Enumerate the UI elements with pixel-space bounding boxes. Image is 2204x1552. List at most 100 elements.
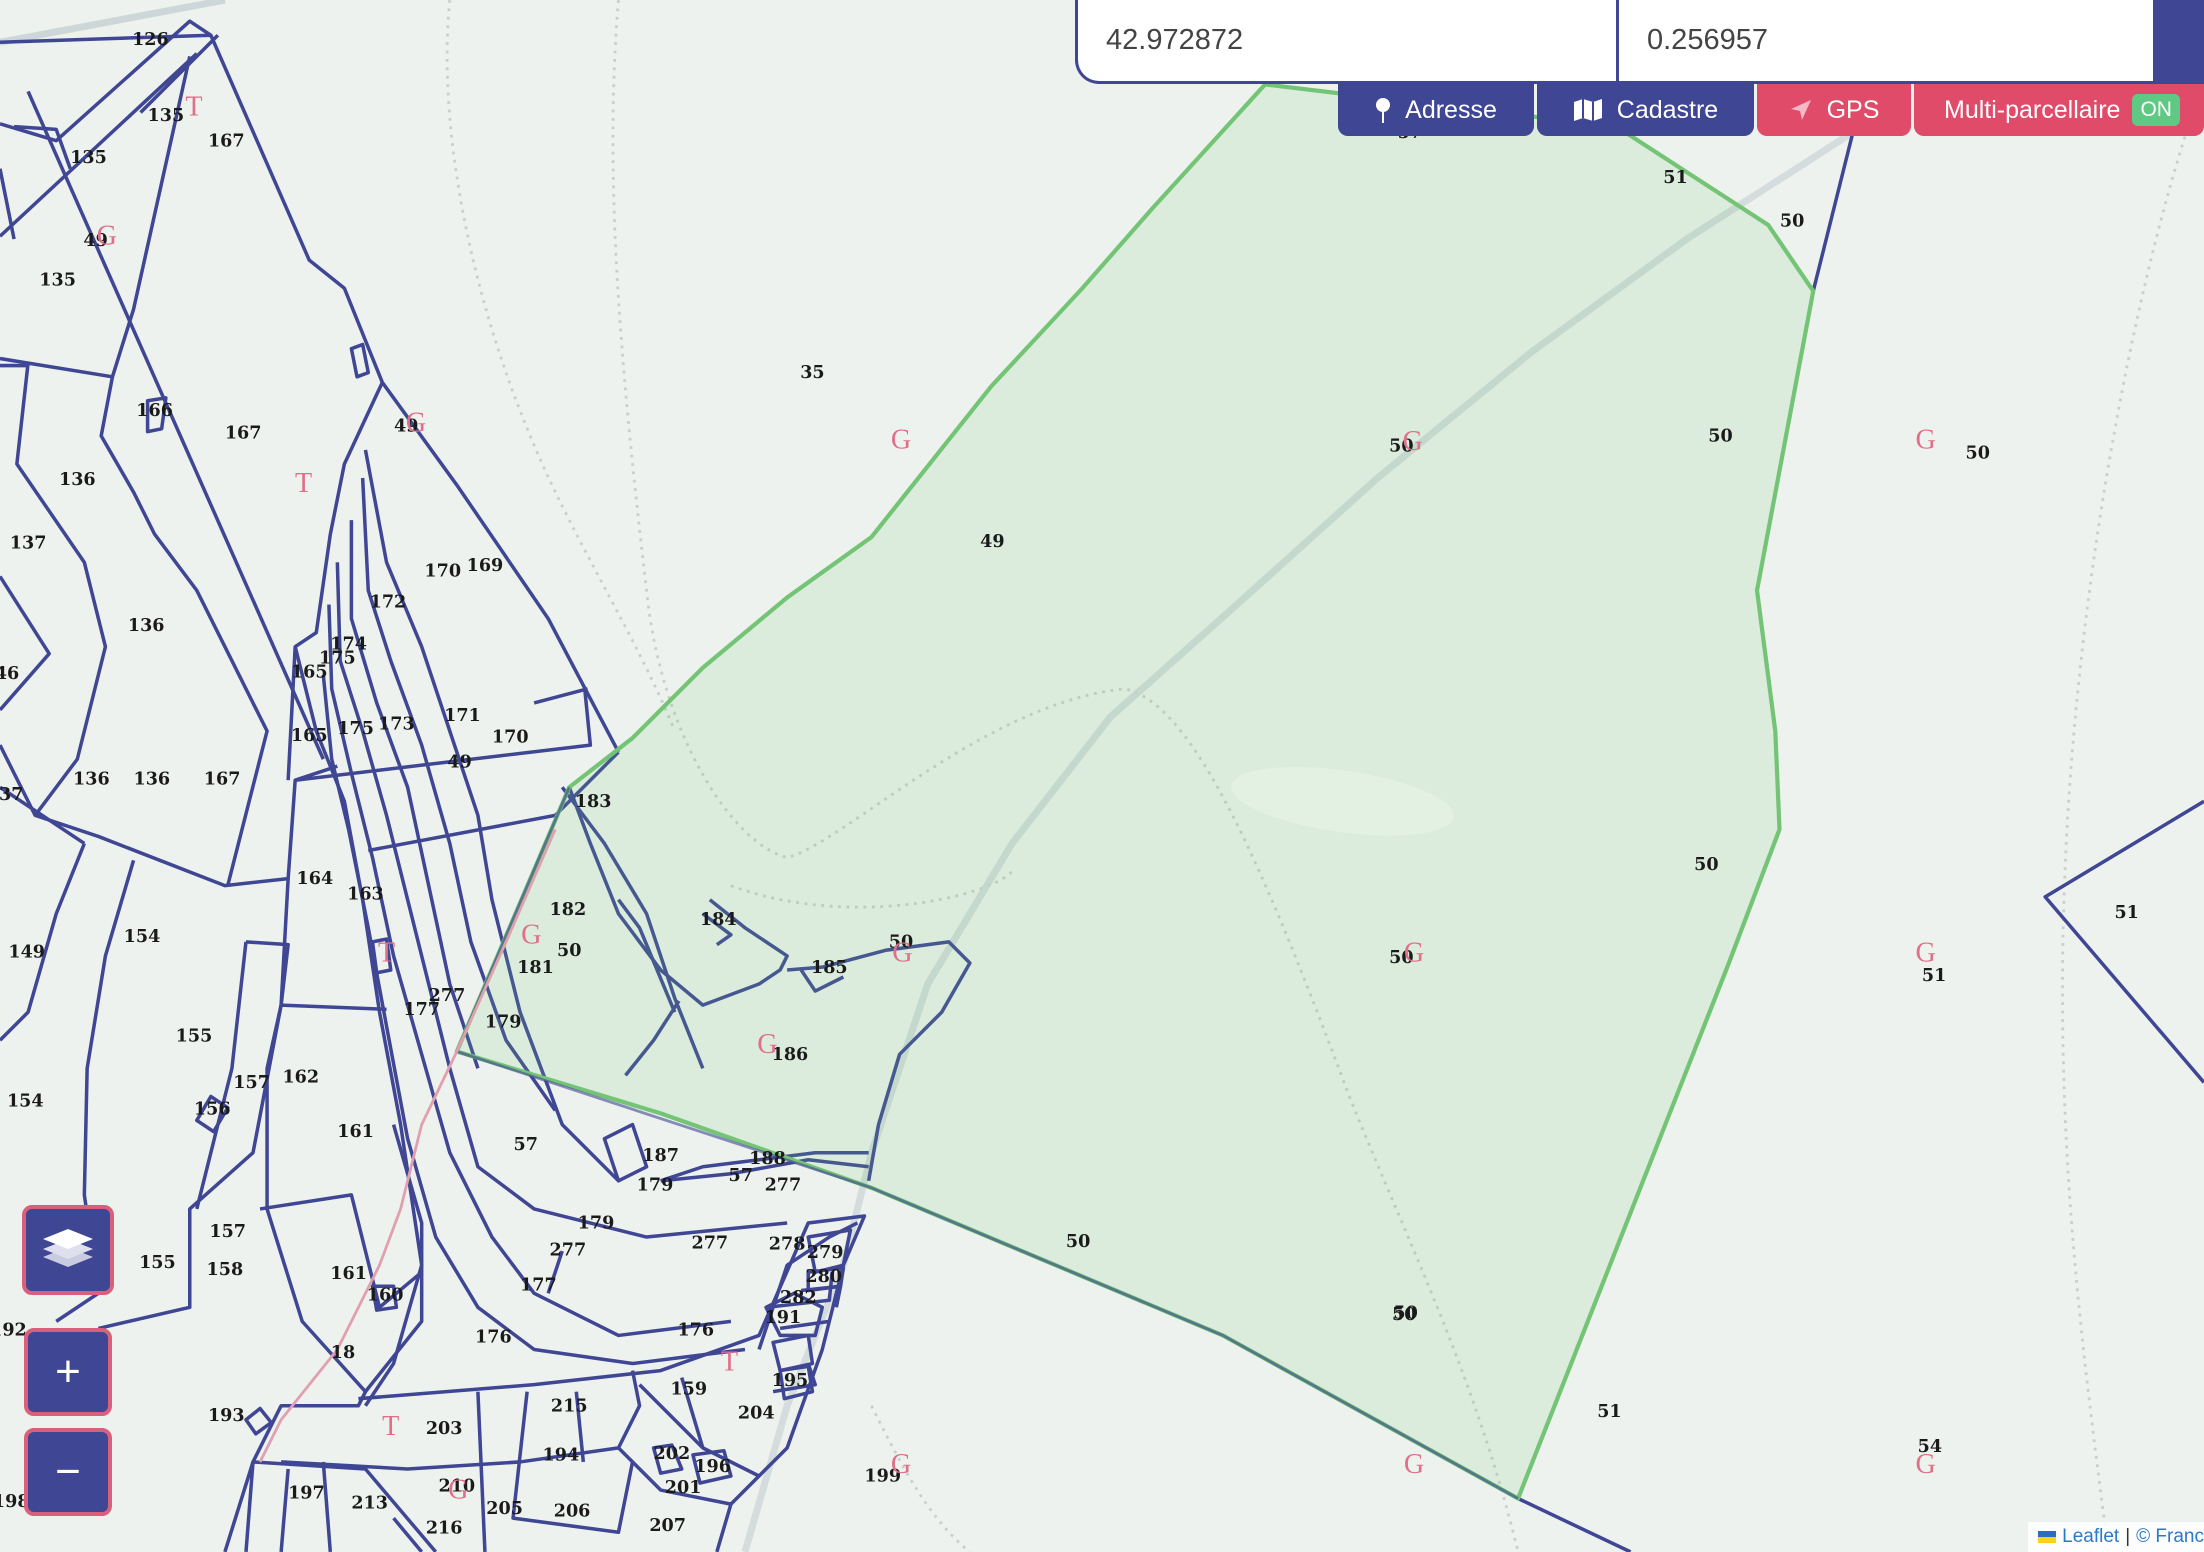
parcel-label: 196 <box>694 1457 731 1477</box>
parcel-label: 157 <box>233 1073 270 1093</box>
parcel-label: 51 <box>2114 903 2138 923</box>
map-pin-icon <box>1376 98 1391 123</box>
parcel-label: 167 <box>225 424 262 444</box>
land-use-symbol: G <box>892 938 912 969</box>
parcel-label: 50 <box>1694 855 1718 875</box>
parcel-label: 171 <box>444 706 481 726</box>
map-book-icon <box>1573 99 1602 121</box>
leaflet-link[interactable]: Leaflet <box>2062 1526 2119 1548</box>
land-use-symbol: G <box>406 408 426 439</box>
parcel-label: 176 <box>677 1320 714 1340</box>
parcel-label: 184 <box>700 910 737 930</box>
parcel-label: 277 <box>691 1233 728 1253</box>
parcel-label: 175 <box>337 719 374 739</box>
parcel-label: 50 <box>1066 1232 1090 1252</box>
parcel-label: 136 <box>133 769 170 789</box>
attribution-source-link[interactable]: © Franc <box>2136 1526 2204 1548</box>
parcel-label: 277 <box>550 1240 587 1260</box>
parcel-label: 49 <box>447 753 471 773</box>
location-arrow-icon <box>1790 100 1811 120</box>
parcel-label: 135 <box>70 148 107 168</box>
parcel-label: 167 <box>208 131 245 151</box>
parcel-label: 137 <box>10 533 47 553</box>
adresse-button[interactable]: Adresse <box>1338 84 1534 136</box>
land-use-symbol: G <box>1404 1449 1424 1480</box>
parcel-label: 170 <box>424 561 461 581</box>
coordinate-search-bar: 42.972872 0.256957 <box>1075 0 2204 84</box>
parcel-label: 49 <box>980 532 1004 552</box>
parcel-label: 192 <box>0 1320 27 1340</box>
parcel-label: 185 <box>811 958 848 978</box>
parcel-label: 176 <box>475 1327 512 1347</box>
mode-toolbar: Adresse Cadastre GPS Multi-parcellaire O… <box>1338 84 2204 136</box>
gps-button[interactable]: GPS <box>1757 84 1911 136</box>
parcel-label: 57 <box>513 1135 537 1155</box>
parcel-label: 177 <box>520 1275 557 1295</box>
parcel-label: 165 <box>291 726 328 746</box>
parcel-label: 158 <box>207 1260 244 1280</box>
parcel-label: 213 <box>351 1493 388 1513</box>
layers-button[interactable] <box>22 1205 114 1295</box>
land-use-symbol: G <box>521 919 541 950</box>
parcel-label: 179 <box>637 1176 674 1196</box>
latitude-input[interactable]: 42.972872 <box>1078 0 1619 81</box>
parcel-label: 136 <box>59 470 96 490</box>
land-use-symbol: G <box>757 1029 777 1060</box>
parcel-label: 50 <box>1780 211 1804 231</box>
land-use-symbol: G <box>1916 1449 1936 1480</box>
cadastre-button[interactable]: Cadastre <box>1537 84 1754 136</box>
parcel-label: 50 <box>557 941 581 961</box>
parcel-label: 170 <box>492 727 529 747</box>
parcel-label: 188 <box>749 1149 786 1169</box>
land-use-symbol: G <box>1404 938 1424 969</box>
cadastral-map[interactable]: 126 135 167 135 49 135 49 166 167 136 137 136 46 165 1… <box>0 0 2204 1552</box>
gps-label: GPS <box>1826 95 1880 124</box>
parcel-label: 136 <box>73 769 110 789</box>
parcel-label: 37 <box>0 785 23 805</box>
parcel-label: 205 <box>486 1499 523 1519</box>
land-use-symbol: G <box>448 1474 468 1505</box>
land-use-symbol: G <box>891 1449 911 1480</box>
parcel-label: 202 <box>654 1444 691 1464</box>
land-use-symbol: G <box>1916 424 1936 455</box>
parcel-label: 155 <box>139 1253 176 1273</box>
parcel-label: 35 <box>800 363 824 383</box>
parcel-label: 174 <box>330 634 367 654</box>
parcel-label: 51 <box>1922 966 1946 986</box>
parcel-label: 50 <box>1965 443 1989 463</box>
ukraine-flag-icon <box>2038 1531 2057 1543</box>
land-use-symbol: G <box>1916 938 1936 969</box>
parcel-label: 204 <box>738 1403 775 1423</box>
parcel-label: 201 <box>665 1478 702 1498</box>
parcel-label: 161 <box>330 1264 367 1284</box>
zoom-out-button[interactable]: − <box>24 1428 112 1516</box>
multi-parcellaire-toggle[interactable]: Multi-parcellaire ON <box>1914 84 2204 136</box>
attribution-separator: | <box>2125 1526 2131 1547</box>
land-use-symbol: T <box>721 1347 738 1378</box>
parcel-label: 155 <box>176 1027 213 1047</box>
parcel-label: 279 <box>807 1243 844 1263</box>
cadastre-label: Cadastre <box>1616 95 1719 124</box>
parcel-label: 51 <box>1597 1402 1621 1422</box>
multi-parcellaire-label: Multi-parcellaire <box>1944 95 2121 124</box>
land-use-symbol: T <box>185 91 202 122</box>
parcel-label: 166 <box>136 401 173 421</box>
land-use-symbol: T <box>382 1411 399 1442</box>
land-use-symbol: T <box>378 938 395 969</box>
parcel-label: 187 <box>642 1146 679 1166</box>
parcel-label: 18 <box>331 1343 355 1363</box>
search-submit-button[interactable] <box>2153 0 2201 81</box>
parcel-label: 280 <box>805 1267 842 1287</box>
parcel-label: 169 <box>467 556 504 576</box>
parcel-label: 216 <box>426 1519 463 1539</box>
parcel-label: 57 <box>729 1166 753 1186</box>
parcel-label: 46 <box>0 664 19 684</box>
parcel-label: 197 <box>288 1483 325 1503</box>
parcel-label: 277 <box>765 1176 802 1196</box>
land-use-symbol: G <box>891 424 911 455</box>
parcel-label: 183 <box>575 792 612 812</box>
parcel-label: 215 <box>551 1396 588 1416</box>
zoom-in-button[interactable]: + <box>24 1328 112 1416</box>
longitude-input[interactable]: 0.256957 <box>1619 0 2153 81</box>
parcel-label: 159 <box>670 1379 707 1399</box>
